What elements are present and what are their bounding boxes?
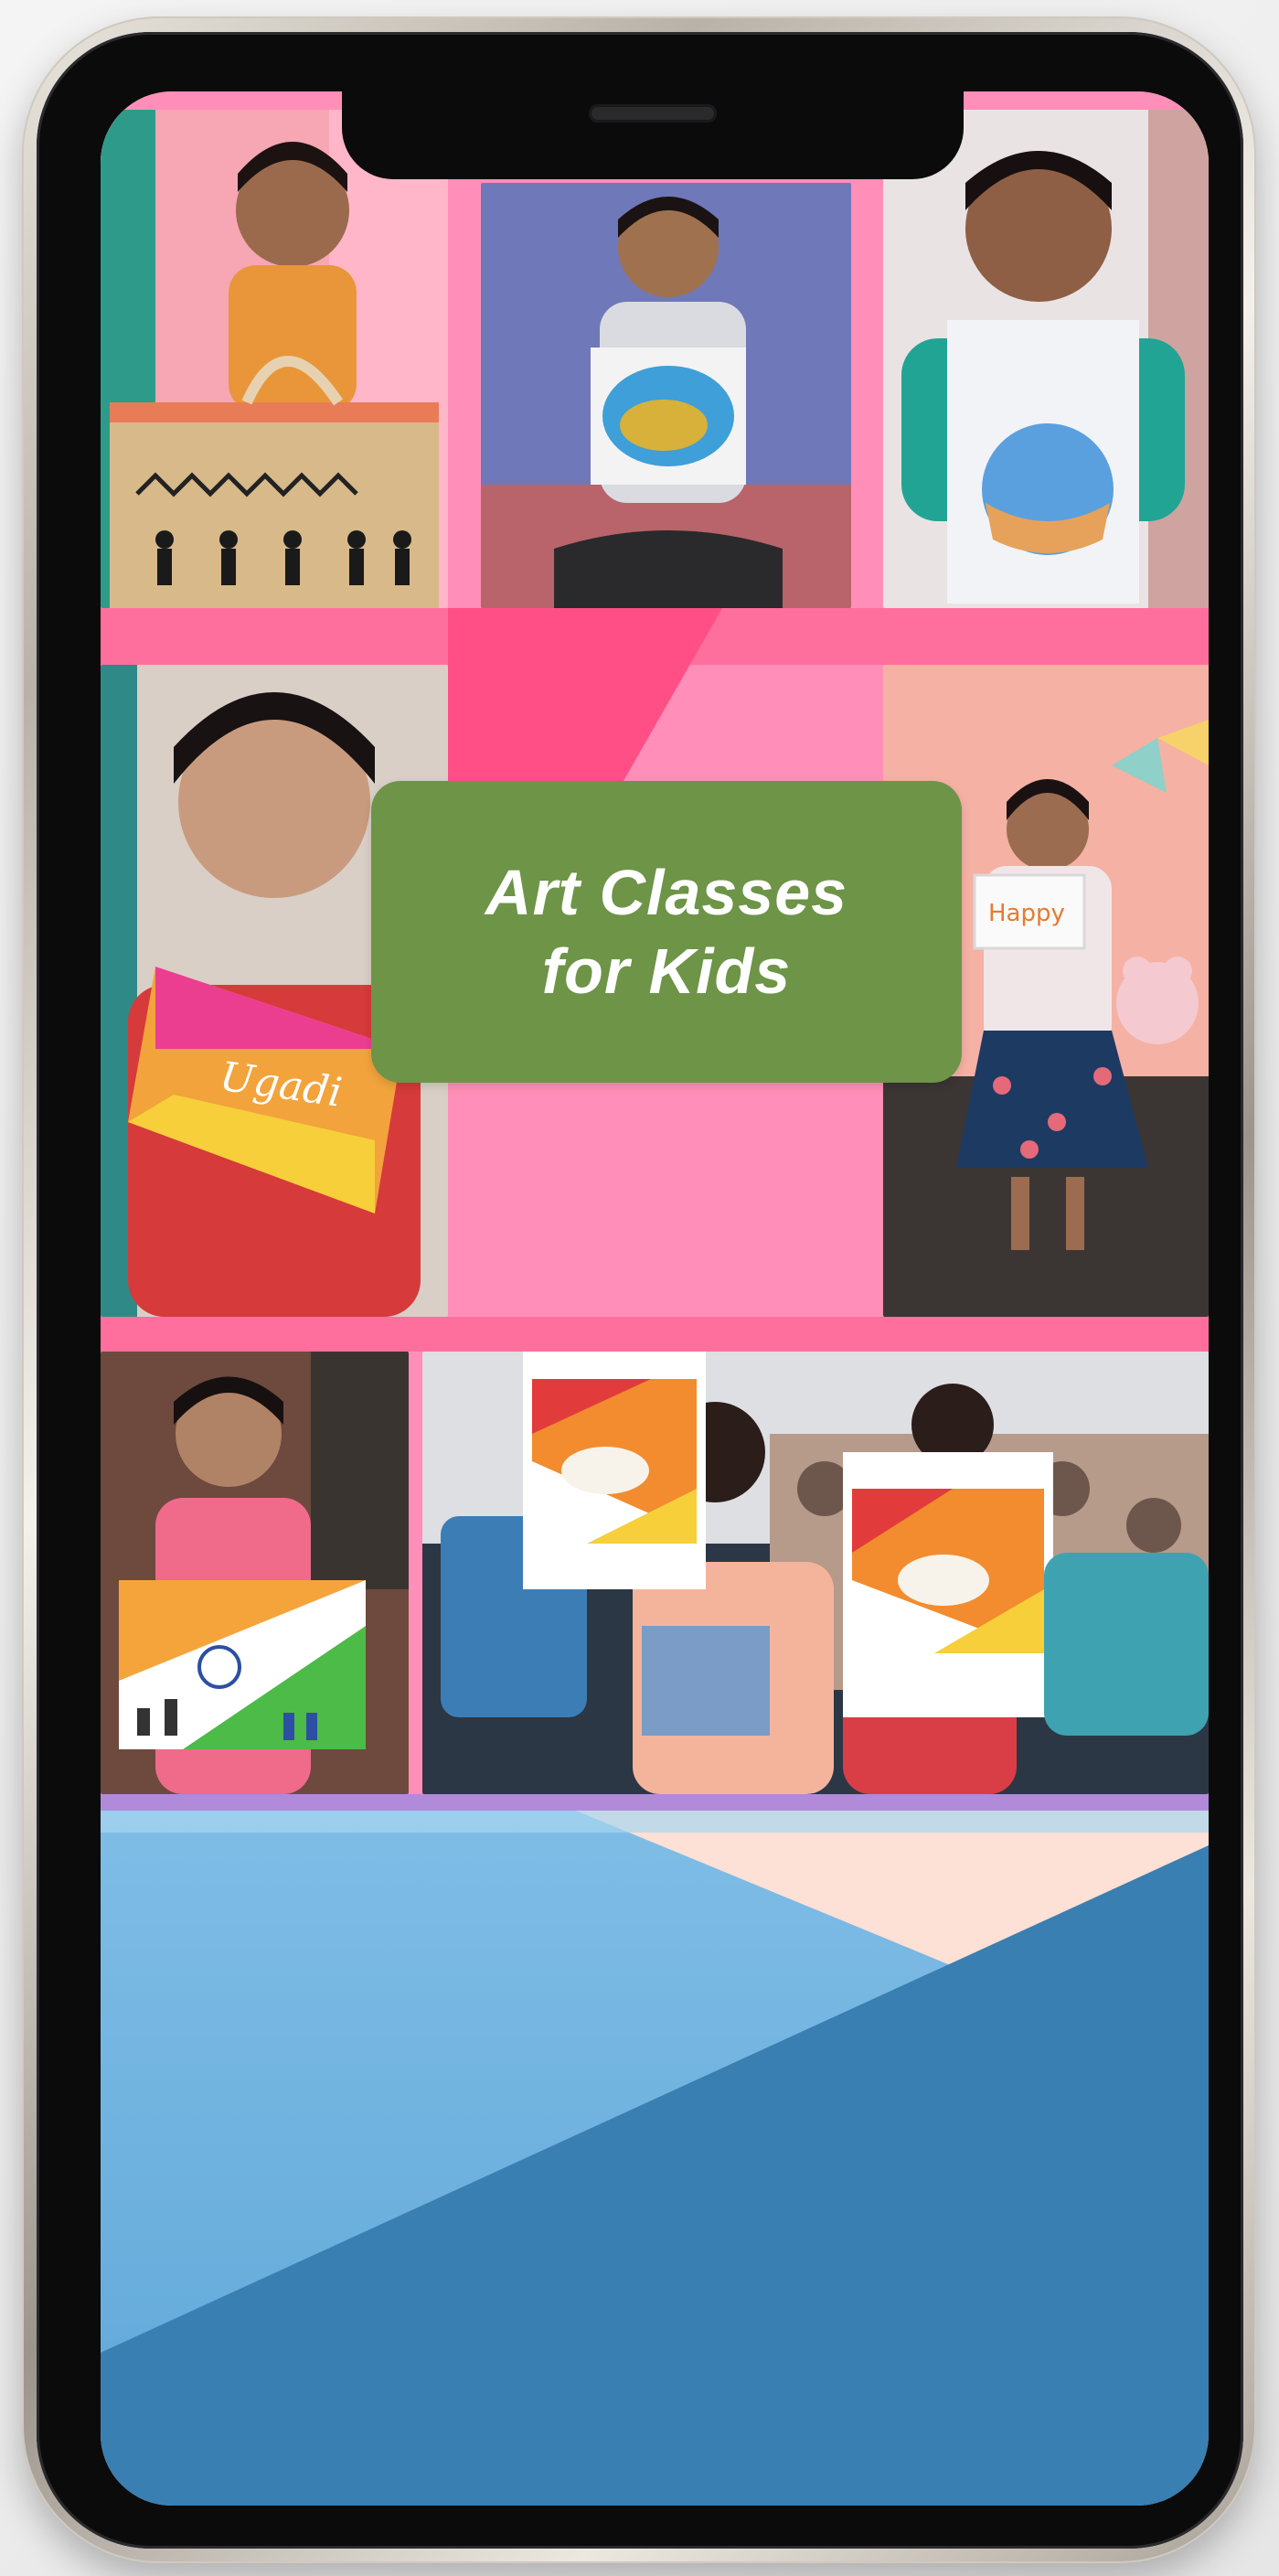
photo-kids-with-happy-ugadi-cards [422,1352,1209,1794]
promo-title-line-1: Art Classes [485,857,848,928]
bottom-top-stripe [101,1811,1209,1833]
photo-girl-with-painted-bag [101,110,448,608]
phone-notch [342,91,964,179]
photo-girl-with-flag-drawing [101,1352,409,1794]
photo-boy-with-globe-drawing [883,110,1209,608]
photo-boy-with-fish-drawing [481,183,851,608]
background-band-middle [101,1317,1209,1352]
bottom-decorative-area [101,1811,1209,2506]
speaker-grille-icon [589,104,717,123]
promo-title-card: Art Classes for Kids [371,781,962,1083]
background-band-bottom [101,1794,1209,1811]
phone-screen: Ugadi Happy Art Classes for Kids [101,91,1209,2506]
svg-text:Happy: Happy [988,900,1065,927]
promo-title-line-2: for Kids [541,935,792,1007]
